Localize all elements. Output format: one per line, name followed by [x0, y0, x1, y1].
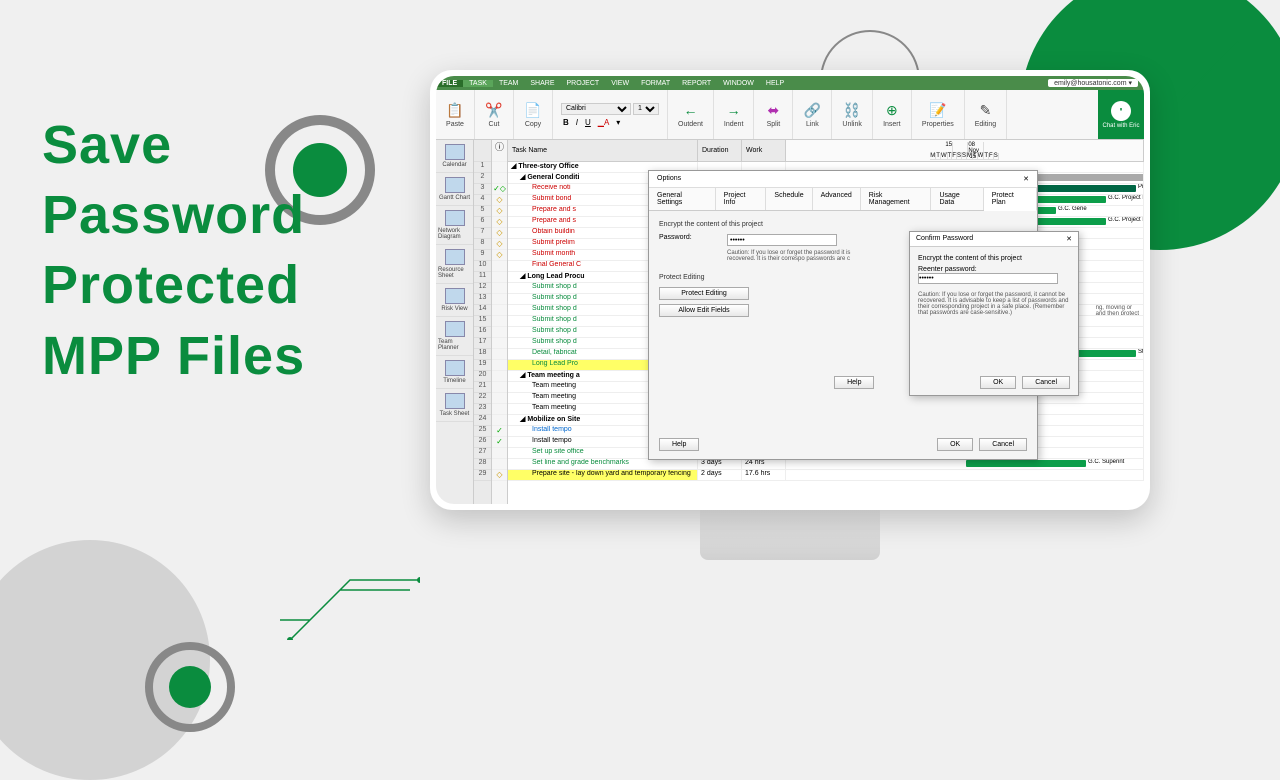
password-caution: Caution: If you lose or forget the passw… — [727, 250, 867, 262]
indent-icon: → — [725, 101, 743, 119]
table-row[interactable]: Prepare site - lay down yard and tempora… — [508, 470, 1144, 481]
close-icon[interactable]: ✕ — [1023, 175, 1029, 183]
font-select[interactable]: Calibri — [561, 103, 631, 115]
menu-view[interactable]: VIEW — [605, 80, 635, 87]
menu-window[interactable]: WINDOW — [717, 80, 760, 87]
monitor-stand — [700, 510, 880, 560]
reenter-password-input[interactable] — [918, 273, 1058, 284]
menubar: FILE TASK TEAM SHARE PROJECT VIEW FORMAT… — [436, 76, 1144, 90]
menu-project[interactable]: PROJECT — [561, 80, 606, 87]
confirm-encrypt-label: Encrypt the content of this project — [918, 255, 1070, 262]
options-help-button[interactable]: Help — [659, 438, 699, 451]
row-indicators: ⓘ✓◇◇◇◇◇◇◇✓✓◇ — [492, 140, 508, 504]
sidebar-item-timeline[interactable]: Timeline — [436, 356, 473, 389]
insert-icon: ⊕ — [883, 101, 901, 119]
tab-advanced[interactable]: Advanced — [813, 188, 861, 210]
editing-icon: ✎ — [976, 101, 994, 119]
confirm-ok-button[interactable]: OK — [980, 376, 1016, 389]
fill-color-button[interactable]: ▾ — [614, 118, 622, 127]
cut-icon: ✂️ — [485, 101, 503, 119]
menu-team[interactable]: TEAM — [493, 80, 524, 87]
tab-project-info[interactable]: Project Info — [716, 188, 767, 210]
tab-schedule[interactable]: Schedule — [766, 188, 812, 210]
paste-icon: 📋 — [446, 101, 464, 119]
sidebar-item-team-planner[interactable]: Team Planner — [436, 317, 473, 356]
col-work[interactable]: Work — [742, 140, 786, 161]
bg-ring-dot-bottom — [145, 642, 235, 732]
protect-editing-button[interactable]: Protect Editing — [659, 287, 749, 300]
menu-share[interactable]: SHARE — [524, 80, 560, 87]
table-row[interactable]: Set line and grade benchmarks3 days24 hr… — [508, 459, 1144, 470]
copy-button[interactable]: 📄Copy — [514, 90, 553, 139]
unlink-button[interactable]: ⛓️Unlink — [832, 90, 872, 139]
outdent-button[interactable]: ←Outdent — [668, 90, 714, 139]
confirm-cancel-button[interactable]: Cancel — [1022, 376, 1070, 389]
ribbon: 📋Paste ✂️Cut 📄Copy Calibri 11 B I U ▁A ▾ — [436, 90, 1144, 140]
allow-edit-button[interactable]: Allow Edit Fields — [659, 304, 749, 317]
options-cancel-button[interactable]: Cancel — [979, 438, 1027, 451]
sidebar-item-network-diagram[interactable]: Network Diagram — [436, 206, 473, 245]
options-ok-button[interactable]: OK — [937, 438, 973, 451]
underline-button[interactable]: U — [583, 118, 593, 127]
indent-button[interactable]: →Indent — [714, 90, 754, 139]
gantt-timeline-header: 1508 Nov '15 MTWTFSSMTWTFS — [786, 140, 1144, 161]
col-task-name[interactable]: Task Name — [508, 140, 698, 161]
link-button[interactable]: 🔗Link — [793, 90, 832, 139]
headline-text: SavePasswordProtectedMPP Files — [42, 110, 305, 391]
cut-button[interactable]: ✂️Cut — [475, 90, 514, 139]
menu-format[interactable]: FORMAT — [635, 80, 676, 87]
tab-general-settings[interactable]: General Settings — [649, 188, 716, 210]
options-title: Options — [657, 175, 681, 183]
close-icon[interactable]: ✕ — [1066, 235, 1072, 243]
password-input[interactable] — [727, 234, 837, 246]
fontsize-select[interactable]: 11 — [633, 103, 659, 115]
sidebar-item-risk-view[interactable]: Risk View — [436, 284, 473, 317]
properties-icon: 📝 — [929, 101, 947, 119]
copy-icon: 📄 — [524, 101, 542, 119]
confirm-title: Confirm Password — [916, 235, 973, 243]
options-tabs: General SettingsProject InfoScheduleAdva… — [649, 188, 1037, 211]
monitor: FILE TASK TEAM SHARE PROJECT VIEW FORMAT… — [430, 70, 1150, 560]
bold-button[interactable]: B — [561, 118, 571, 127]
menu-file[interactable]: FILE — [436, 80, 463, 87]
sidebar-item-task-sheet[interactable]: Task Sheet — [436, 389, 473, 422]
tab-protect-plan[interactable]: Protect Plan — [984, 188, 1037, 211]
user-dropdown[interactable]: emily@housatonic.com ▾ — [1048, 79, 1138, 87]
tab-risk-management[interactable]: Risk Management — [861, 188, 932, 210]
table-header: Task Name Duration Work 1508 Nov '15 MTW… — [508, 140, 1144, 162]
font-group: Calibri 11 B I U ▁A ▾ — [553, 90, 668, 139]
chat-icon: ⏸ — [1111, 101, 1131, 121]
menu-task[interactable]: TASK — [463, 80, 493, 87]
font-color-button[interactable]: ▁A — [596, 118, 612, 127]
insert-button[interactable]: ⊕Insert — [873, 90, 912, 139]
sidebar-item-gantt-chart[interactable]: Gantt Chart — [436, 173, 473, 206]
paste-button[interactable]: 📋Paste — [436, 90, 475, 139]
sidebar: CalendarGantt ChartNetwork DiagramResour… — [436, 140, 474, 504]
sidebar-item-calendar[interactable]: Calendar — [436, 140, 473, 173]
unlink-icon: ⛓️ — [843, 101, 861, 119]
italic-button[interactable]: I — [574, 118, 580, 127]
reenter-label: Reenter password: — [918, 266, 1070, 273]
decor-lines-bottomleft — [280, 560, 420, 640]
split-icon: ⬌ — [764, 101, 782, 119]
row-numbers: 1234567891011121314151617181920212223242… — [474, 140, 492, 504]
menu-help[interactable]: HELP — [760, 80, 790, 87]
tab-usage-data[interactable]: Usage Data — [931, 188, 983, 210]
col-duration[interactable]: Duration — [698, 140, 742, 161]
menu-report[interactable]: REPORT — [676, 80, 717, 87]
confirm-password-dialog: Confirm Password ✕ Encrypt the content of… — [909, 231, 1079, 396]
sidebar-item-resource-sheet[interactable]: Resource Sheet — [436, 245, 473, 284]
options-dialog: Options ✕ General SettingsProject InfoSch… — [648, 170, 1038, 460]
outdent-icon: ← — [681, 101, 699, 119]
confirm-help-button[interactable]: Help — [834, 376, 874, 389]
split-button[interactable]: ⬌Split — [754, 90, 793, 139]
properties-button[interactable]: 📝Properties — [912, 90, 965, 139]
confirm-caution: Caution: If you lose or forget the passw… — [918, 292, 1070, 316]
encrypt-section: Encrypt the content of this project — [659, 221, 1027, 228]
chat-panel[interactable]: ⏸Chat with Eric — [1098, 90, 1144, 139]
password-label: Password: — [659, 234, 719, 241]
link-icon: 🔗 — [803, 101, 821, 119]
editing-button[interactable]: ✎Editing — [965, 90, 1007, 139]
